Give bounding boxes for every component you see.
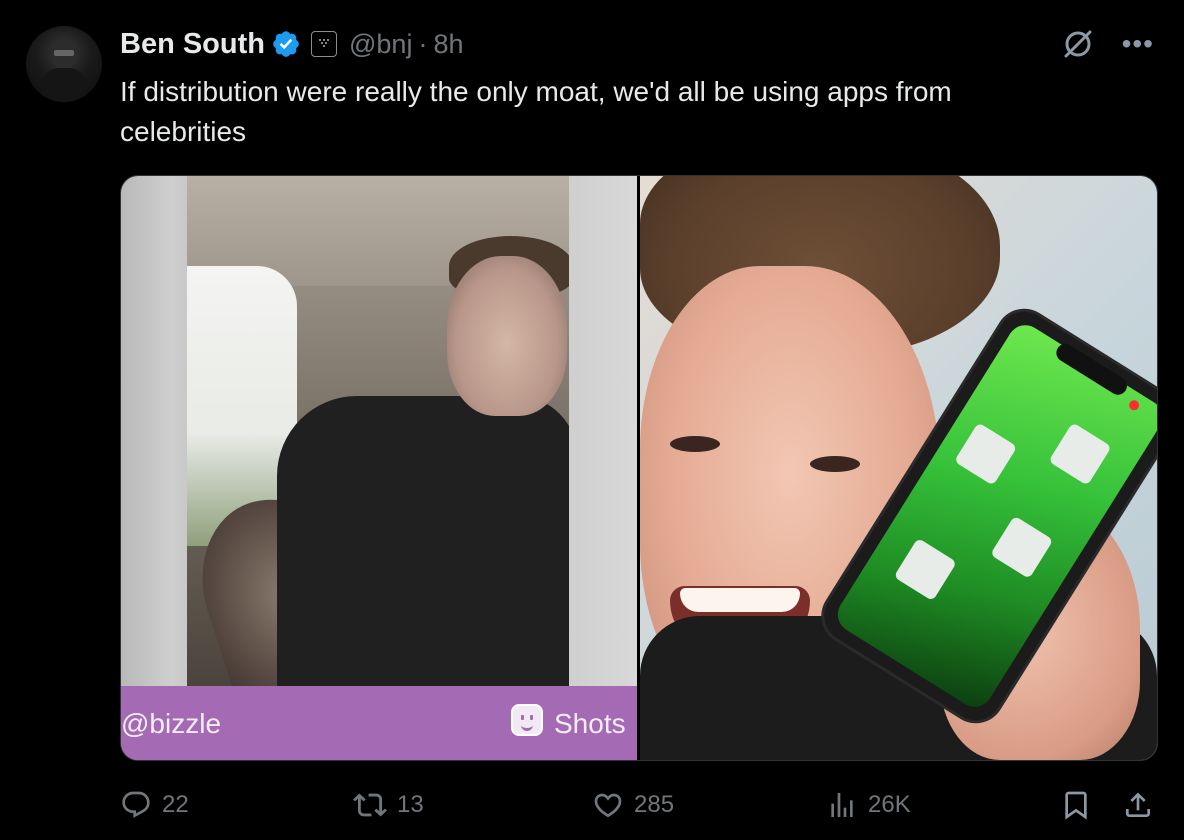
share-button[interactable] bbox=[1122, 782, 1154, 828]
screen-card bbox=[990, 515, 1054, 579]
separator-dot: · bbox=[418, 28, 428, 59]
reply-button[interactable]: 22 bbox=[120, 782, 189, 828]
media-right-image[interactable] bbox=[640, 176, 1157, 760]
tweet-header: Ben South @bnj · 8h bbox=[120, 24, 464, 64]
screen-card bbox=[953, 422, 1018, 486]
share-icon bbox=[1126, 792, 1150, 817]
retweet-icon bbox=[353, 793, 387, 817]
views-count: 26K bbox=[868, 791, 911, 818]
overlay-app-name: Shots bbox=[554, 708, 626, 739]
tweet-card[interactable]: Ben South @bnj · 8h ••• If distribution … bbox=[0, 0, 1184, 840]
black-shirt bbox=[277, 396, 569, 686]
avatar[interactable] bbox=[26, 26, 102, 102]
screen-card bbox=[893, 537, 957, 602]
retweet-count: 13 bbox=[397, 791, 424, 818]
affiliate-badge-icon[interactable] bbox=[311, 31, 337, 57]
like-count: 285 bbox=[634, 791, 675, 818]
timestamp[interactable]: 8h bbox=[433, 29, 463, 60]
heart-icon bbox=[594, 793, 622, 818]
bookmark-button[interactable] bbox=[1060, 782, 1092, 828]
overlay-handle: @bizzle bbox=[121, 708, 222, 739]
grok-icon[interactable] bbox=[1060, 26, 1096, 62]
verified-badge-icon bbox=[273, 31, 299, 57]
tweet-text: If distribution were really the only moa… bbox=[120, 76, 952, 147]
affiliate-glyph-icon bbox=[319, 39, 329, 47]
avatar-glasses bbox=[54, 50, 74, 56]
left-eye bbox=[670, 436, 720, 452]
reply-count: 22 bbox=[162, 791, 189, 818]
right-eye bbox=[810, 456, 860, 472]
selfie-video-frame bbox=[187, 176, 569, 686]
blurred-edge bbox=[569, 176, 637, 686]
tweet-top-actions: ••• bbox=[1060, 26, 1154, 62]
reply-icon bbox=[122, 791, 150, 818]
author-name[interactable]: Ben South bbox=[120, 28, 265, 61]
media-left-image[interactable]: @bizzle Shots bbox=[121, 176, 637, 760]
shots-logo-icon bbox=[511, 704, 543, 736]
screen-card bbox=[1048, 422, 1112, 486]
like-button[interactable]: 285 bbox=[592, 782, 674, 828]
tweet-action-bar: 22 13 285 26K bbox=[120, 782, 1156, 828]
views-icon bbox=[831, 793, 853, 817]
retweet-button[interactable]: 13 bbox=[353, 782, 424, 828]
more-icon[interactable]: ••• bbox=[1122, 30, 1154, 58]
bookmark-icon bbox=[1065, 791, 1087, 820]
tweet-media[interactable]: @bizzle Shots bbox=[120, 175, 1158, 761]
views-button[interactable]: 26K bbox=[826, 782, 911, 828]
teeth bbox=[680, 588, 800, 612]
face bbox=[447, 256, 567, 416]
shots-overlay-bar: @bizzle Shots bbox=[121, 686, 637, 760]
author-handle[interactable]: @bnj bbox=[349, 29, 412, 60]
avatar-body bbox=[42, 68, 86, 102]
